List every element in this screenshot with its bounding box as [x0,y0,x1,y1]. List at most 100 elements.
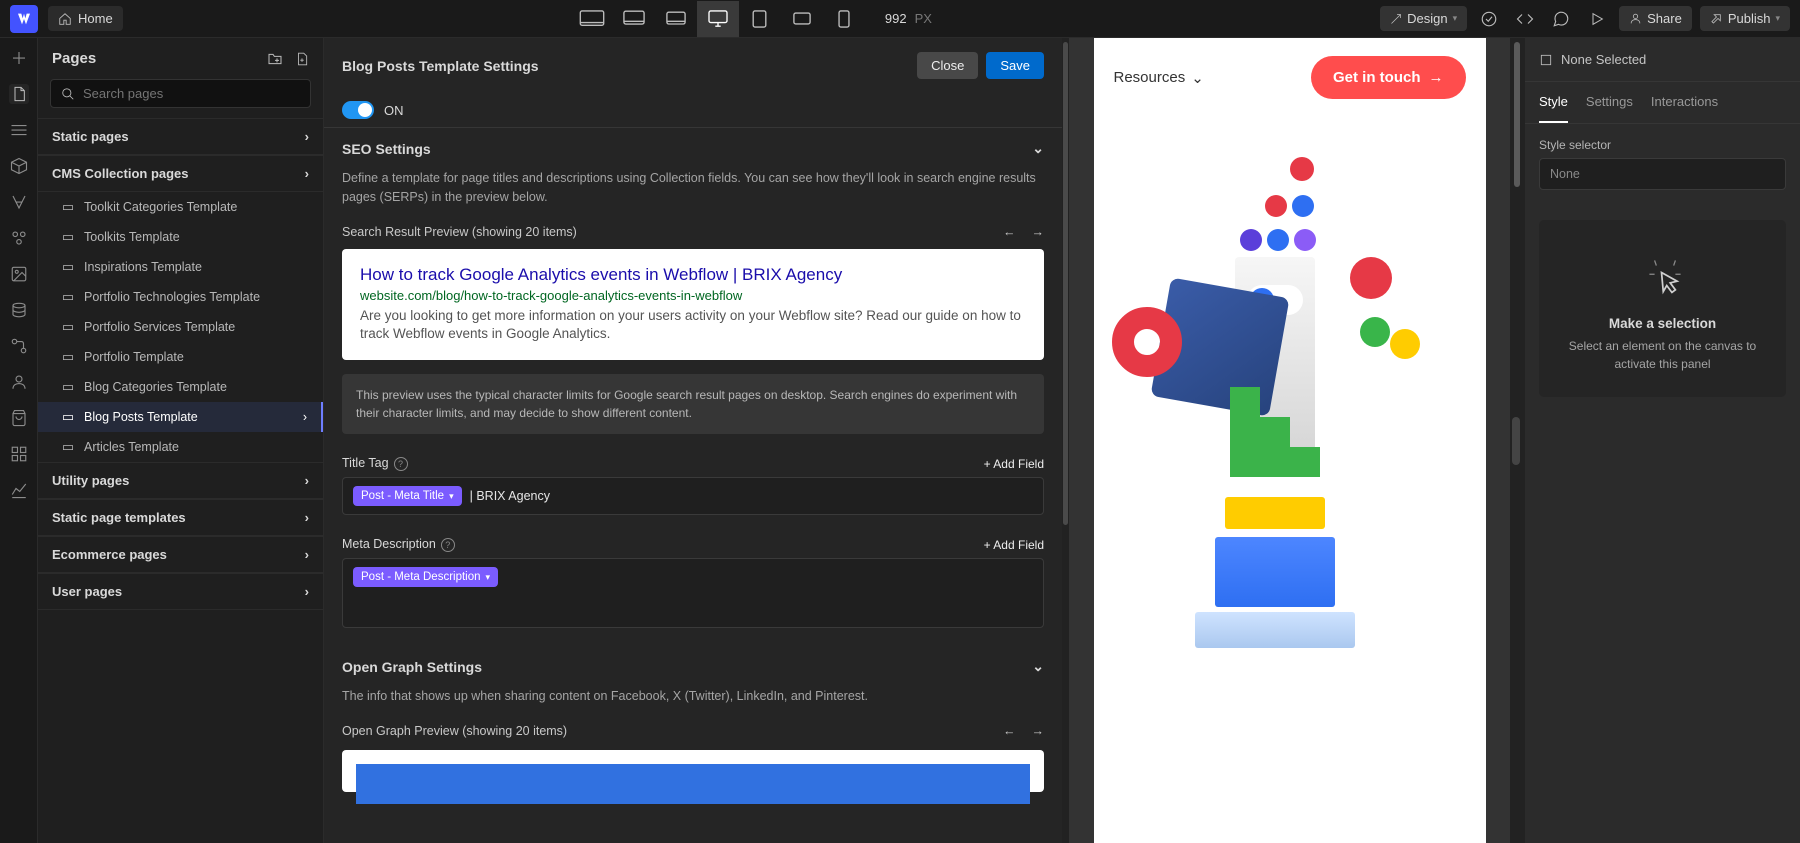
pages-icon[interactable] [9,84,29,104]
chevron-right-icon: › [305,547,309,562]
utility-pages-group[interactable]: Utility pages › [38,462,323,499]
comment-icon[interactable] [1547,5,1575,33]
serp-preview-label: Search Result Preview (showing 20 items) [342,225,577,239]
assets-icon[interactable] [9,264,29,284]
help-icon[interactable]: ? [441,538,455,552]
title-tag-input[interactable]: Post - Meta Title | BRIX Agency [342,477,1044,515]
tab-settings[interactable]: Settings [1586,82,1633,123]
logic-icon[interactable] [9,336,29,356]
title-tag-label: Title Tag [342,456,389,470]
code-icon[interactable] [1511,5,1539,33]
chevron-right-icon: › [305,584,309,599]
style-selector-input[interactable]: None [1539,158,1786,190]
settings-scrollbar[interactable] [1062,38,1069,843]
ecommerce-icon[interactable] [9,408,29,428]
add-field-title[interactable]: + Add Field [984,457,1044,471]
page-icon: ▭ [60,349,76,365]
page-item[interactable]: ▭Portfolio Services Template [38,312,323,342]
components-icon[interactable] [9,156,29,176]
next-arrow-icon[interactable]: → [1032,724,1045,738]
static-pages-group[interactable]: Static pages › [38,118,323,155]
chevron-right-icon: › [305,166,309,181]
site-preview[interactable]: Resources ⌄ Get in touch → [1094,38,1486,843]
prev-arrow-icon[interactable]: ← [1003,225,1016,239]
canvas-area: Resources ⌄ Get in touch → [1069,38,1510,843]
share-button[interactable]: Share [1619,6,1692,31]
page-item[interactable]: ▭Portfolio Technologies Template [38,282,323,312]
cursor-click-icon [1639,250,1687,298]
selection-label: None Selected [1561,52,1646,67]
page-item[interactable]: ▭Portfolio Template [38,342,323,372]
page-item[interactable]: ▭Blog Categories Template [38,372,323,402]
resources-dropdown[interactable]: Resources ⌄ [1114,69,1204,87]
settings-title: Blog Posts Template Settings [342,58,539,74]
add-field-desc[interactable]: + Add Field [984,538,1044,552]
save-button[interactable]: Save [986,52,1044,79]
webflow-logo[interactable] [10,5,38,33]
design-mode-button[interactable]: Design ▾ [1380,6,1467,31]
ecommerce-pages-group[interactable]: Ecommerce pages › [38,536,323,573]
style-selector-label: Style selector [1539,138,1786,152]
og-preview-header: Open Graph Preview (showing 20 items) ← … [342,724,1044,738]
search-field[interactable] [83,86,300,101]
page-item[interactable]: ▭Inspirations Template [38,252,323,282]
pages-header: Pages [38,38,323,79]
get-in-touch-button[interactable]: Get in touch → [1311,56,1466,99]
prev-arrow-icon[interactable]: ← [1003,724,1016,738]
canvas-width-value: 992 [885,11,907,26]
breakpoint-tablet[interactable] [739,1,781,37]
style-manager-icon[interactable] [9,228,29,248]
git-label: Get in touch [1333,69,1421,86]
audit-icon[interactable] [9,480,29,500]
resources-label: Resources [1114,69,1186,86]
apps-icon[interactable] [9,444,29,464]
page-item-active[interactable]: ▭Blog Posts Template› [38,402,323,432]
breakpoint-desktop-active[interactable] [697,1,739,37]
home-button[interactable]: Home [48,6,123,31]
breakpoint-l[interactable] [655,1,697,37]
canvas-width-display[interactable]: 992 PX [885,11,932,26]
field-chip-meta-desc[interactable]: Post - Meta Description [353,567,498,587]
tab-interactions[interactable]: Interactions [1651,82,1718,123]
variables-icon[interactable] [9,192,29,212]
canvas-width-unit: PX [915,11,932,26]
seo-section-header[interactable]: SEO Settings ⌄ [324,128,1062,169]
breakpoint-mobile[interactable] [823,1,865,37]
title-tag-row: Title Tag? + Add Field [342,456,1044,471]
tab-style[interactable]: Style [1539,82,1568,123]
page-label: Inspirations Template [84,260,202,274]
preview-icon[interactable] [1583,5,1611,33]
meta-desc-row: Meta Description? + Add Field [342,537,1044,552]
static-templates-group[interactable]: Static page templates › [38,499,323,536]
close-button[interactable]: Close [917,52,978,79]
add-element-icon[interactable] [9,48,29,68]
page-item[interactable]: ▭ Articles Template [38,432,323,462]
help-icon[interactable]: ? [394,457,408,471]
page-icon: ▭ [60,439,76,455]
new-folder-icon[interactable] [267,51,283,67]
new-page-icon[interactable] [295,51,309,67]
canvas-resize-handle[interactable] [1512,417,1520,465]
breakpoint-xl[interactable] [613,1,655,37]
field-chip-meta-title[interactable]: Post - Meta Title [353,486,462,506]
page-label: Articles Template [84,440,179,454]
audit-icon[interactable] [1475,5,1503,33]
meta-desc-input[interactable]: Post - Meta Description [342,558,1044,628]
page-item[interactable]: ▭Toolkits Template [38,222,323,252]
search-pages-input[interactable] [50,79,311,108]
navigator-icon[interactable] [9,120,29,140]
page-label: Blog Posts Template [84,410,198,424]
page-item[interactable]: ▭Toolkit Categories Template [38,192,323,222]
users-icon[interactable] [9,372,29,392]
user-pages-group[interactable]: User pages › [38,573,323,610]
cms-icon[interactable] [9,300,29,320]
style-panel: None Selected Style Settings Interaction… [1524,38,1800,843]
next-arrow-icon[interactable]: → [1032,225,1045,239]
chevron-down-icon: ▾ [1775,13,1780,24]
cms-pages-group[interactable]: CMS Collection pages › [38,155,323,192]
breakpoint-mobile-landscape[interactable] [781,1,823,37]
publish-button[interactable]: Publish ▾ [1700,6,1790,31]
toggle-on[interactable] [342,101,374,119]
og-section-header[interactable]: Open Graph Settings ⌄ [324,646,1062,687]
breakpoint-xxl[interactable] [571,1,613,37]
